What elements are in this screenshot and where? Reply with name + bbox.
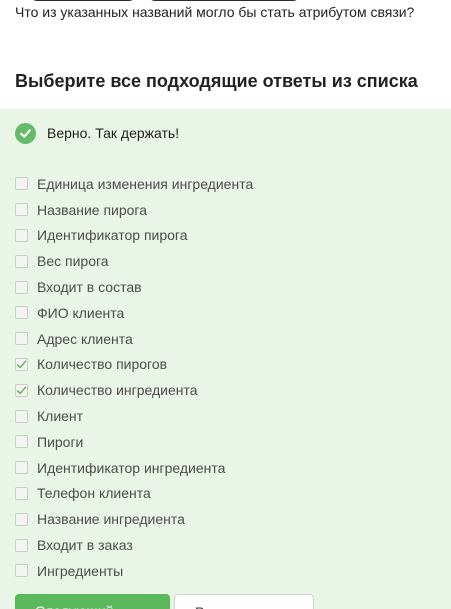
feedback-text: Верно. Так держать! — [47, 125, 180, 141]
answer-option[interactable]: Адрес клиента — [15, 326, 253, 352]
checkbox[interactable] — [15, 409, 28, 423]
answer-option[interactable]: Идентификатор пирога — [15, 223, 253, 249]
answer-option-label: Количество ингредиента — [37, 382, 198, 399]
checkbox[interactable] — [15, 486, 28, 500]
answer-option-label: Входит в заказ — [37, 537, 133, 554]
checkbox[interactable] — [15, 435, 28, 449]
answer-option-label: Количество пирогов — [37, 356, 168, 373]
answer-option-label: ФИО клиента — [37, 304, 125, 321]
answer-option[interactable]: ФИО клиента — [15, 300, 253, 326]
quiz-page: Что из указанных названий могло бы стать… — [0, 0, 451, 609]
top-tab[interactable] — [148, 0, 300, 1]
checkbox[interactable] — [15, 512, 28, 526]
checkbox[interactable] — [15, 357, 28, 371]
answer-option[interactable]: Название пирога — [15, 197, 253, 223]
answer-option-label: Название ингредиента — [37, 511, 185, 528]
checkbox[interactable] — [15, 280, 28, 294]
answer-option[interactable]: Клиент — [15, 403, 253, 429]
instruction-heading: Выберите все подходящие ответы из списка — [15, 71, 418, 91]
answer-option[interactable]: Идентификатор ингредиента — [15, 455, 253, 481]
answer-option-label: Ингредиенты — [37, 562, 124, 579]
answer-option-label: Идентификатор ингредиента — [37, 459, 226, 476]
answer-option-label: Телефон клиента — [37, 485, 151, 502]
answer-options-list: Единица изменения ингредиента Название п… — [15, 171, 253, 584]
checkbox[interactable] — [15, 254, 28, 268]
answer-option-label: Единица изменения ингредиента — [37, 175, 254, 192]
answer-option[interactable]: Количество пирогов — [15, 352, 253, 378]
answer-option-label: Идентификатор пирога — [37, 227, 188, 244]
checkbox[interactable] — [15, 564, 28, 578]
answer-option-label: Название пирога — [37, 201, 148, 218]
check-circle-icon — [15, 122, 36, 144]
answer-option[interactable]: Единица изменения ингредиента — [15, 171, 253, 197]
question-text: Что из указанных названий могло бы стать… — [15, 4, 415, 20]
answer-option[interactable]: Пироги — [15, 429, 253, 455]
answer-option[interactable]: Входит в заказ — [15, 532, 253, 558]
checkmark-icon — [16, 360, 27, 369]
answer-option-label: Вес пирога — [37, 253, 109, 270]
checkbox[interactable] — [15, 306, 28, 320]
answer-option[interactable]: Ингредиенты — [15, 558, 253, 584]
checkbox[interactable] — [15, 203, 28, 217]
answer-option-label: Адрес клиента — [37, 330, 133, 347]
checkbox[interactable] — [15, 461, 28, 475]
answer-panel: Верно. Так держать! Единица изменения ин… — [0, 109, 451, 609]
answer-option[interactable]: Вес пирога — [15, 248, 253, 274]
checkbox[interactable] — [15, 177, 28, 191]
answer-option[interactable]: Количество ингредиента — [15, 377, 253, 403]
answer-option-label: Входит в состав — [37, 279, 142, 296]
feedback-banner: Верно. Так держать! — [15, 122, 179, 144]
checkbox[interactable] — [15, 383, 28, 397]
checkbox[interactable] — [15, 332, 28, 346]
next-button[interactable]: Следующий — [15, 594, 170, 609]
answer-option[interactable]: Входит в состав — [15, 274, 253, 300]
top-tab[interactable] — [30, 0, 136, 1]
answer-option[interactable]: Телефон клиента — [15, 481, 253, 507]
checkbox[interactable] — [15, 538, 28, 552]
retry-button[interactable]: Решить снова — [174, 594, 314, 609]
checkmark-icon — [16, 386, 27, 394]
top-tab-bar — [0, 0, 451, 2]
answer-option[interactable]: Название ингредиента — [15, 506, 253, 532]
answer-option-label: Пироги — [37, 433, 84, 450]
answer-option-label: Клиент — [37, 408, 84, 425]
checkbox[interactable] — [15, 228, 28, 242]
